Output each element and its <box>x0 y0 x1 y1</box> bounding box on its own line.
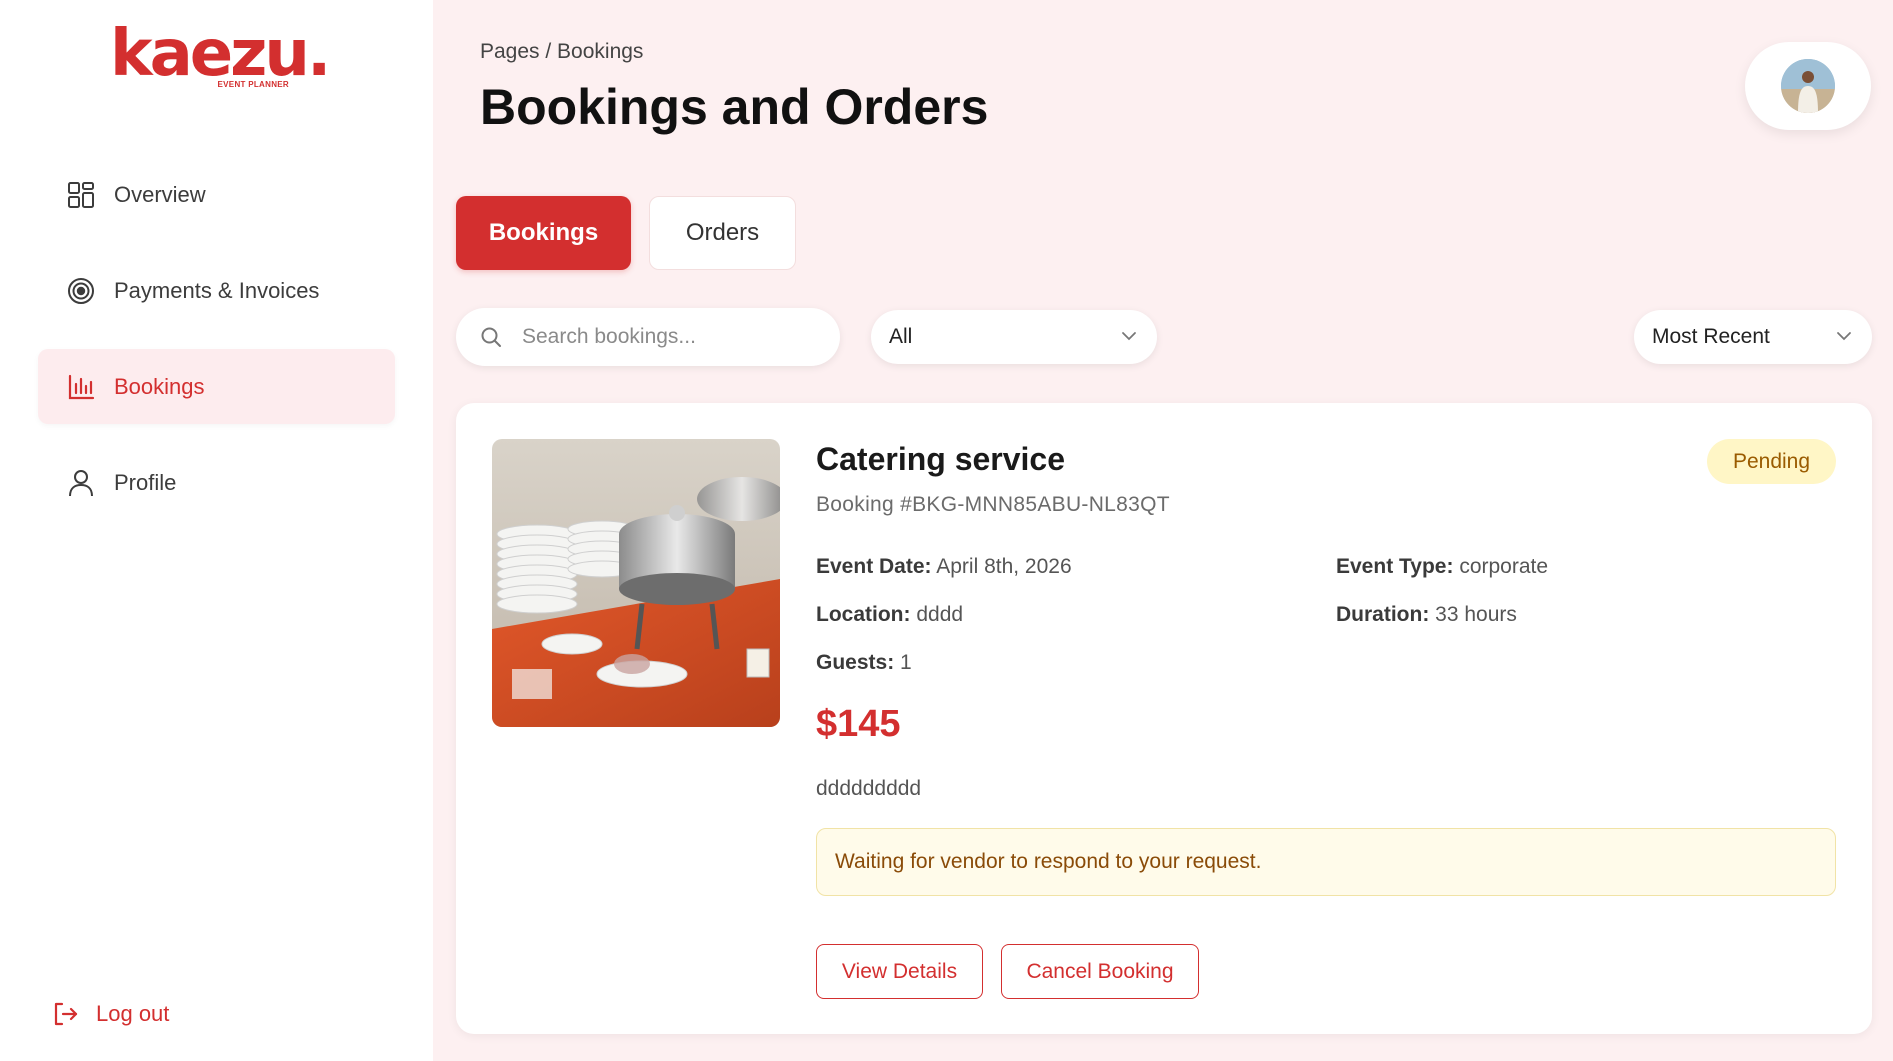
booking-id: Booking #BKG-MNN85ABU-NL83QT <box>816 493 1170 516</box>
brand-logo[interactable]: kaezu. EVENT PLANNER <box>110 17 331 94</box>
event-type-value: corporate <box>1459 555 1549 578</box>
booking-title: Catering service <box>816 441 1066 477</box>
page-title: Bookings and Orders <box>480 79 989 135</box>
brand-name: kaezu. <box>110 17 331 91</box>
brand-tagline: EVENT PLANNER <box>217 80 289 89</box>
booking-card: Catering service Booking #BKG-MNN85ABU-N… <box>456 403 1872 1034</box>
logout-button[interactable]: Log out <box>52 1000 169 1028</box>
sidebar-item-label: Overview <box>114 181 206 207</box>
view-details-button[interactable]: View Details <box>816 944 983 999</box>
status-badge: Pending <box>1707 439 1836 484</box>
service-image <box>492 439 780 727</box>
user-menu-button[interactable] <box>1745 42 1871 130</box>
sidebar-item-payments[interactable]: Payments & Invoices <box>38 253 395 328</box>
bar-chart-icon <box>66 372 96 402</box>
search-box <box>456 308 840 366</box>
user-icon <box>66 468 96 498</box>
location-field: Location: dddd <box>816 603 963 627</box>
sidebar-item-label: Profile <box>114 469 177 495</box>
chevron-down-icon <box>1121 328 1137 346</box>
sidebar-item-overview[interactable]: Overview <box>38 157 395 232</box>
sidebar: kaezu. EVENT PLANNER Overview Payments &… <box>0 0 433 1061</box>
event-date-field: Event Date: April 8th, 2026 <box>816 555 1072 579</box>
status-filter-select[interactable]: All <box>871 310 1157 364</box>
guests-field: Guests: 1 <box>816 651 912 675</box>
booking-description: ddddddddd <box>816 777 922 800</box>
sidebar-item-bookings[interactable]: Bookings <box>38 349 395 424</box>
sort-value: Most Recent <box>1652 325 1770 348</box>
status-notice: Waiting for vendor to respond to your re… <box>816 828 1836 896</box>
avatar <box>1781 59 1835 113</box>
duration-field: Duration: 33 hours <box>1336 603 1517 627</box>
tab-orders[interactable]: Orders <box>649 196 796 270</box>
logout-label: Log out <box>96 1001 170 1026</box>
status-filter-value: All <box>889 325 913 348</box>
sidebar-item-label: Payments & Invoices <box>114 277 320 303</box>
event-type-label: Event Type: <box>1336 555 1454 578</box>
event-date-value: April 8th, 2026 <box>936 555 1072 578</box>
search-icon <box>480 325 504 349</box>
sort-select[interactable]: Most Recent <box>1634 310 1872 364</box>
grid-icon <box>66 180 96 210</box>
guests-value: 1 <box>900 651 912 674</box>
target-icon <box>66 276 96 306</box>
guests-label: Guests: <box>816 651 895 674</box>
sidebar-item-profile[interactable]: Profile <box>38 445 395 520</box>
booking-price: $145 <box>816 703 901 745</box>
tab-bookings[interactable]: Bookings <box>456 196 631 270</box>
cancel-booking-button[interactable]: Cancel Booking <box>1001 944 1199 999</box>
duration-value: 33 hours <box>1435 603 1517 626</box>
breadcrumb: Pages / Bookings <box>480 40 644 63</box>
location-value: dddd <box>916 603 964 626</box>
search-input[interactable] <box>522 325 822 349</box>
event-date-label: Event Date: <box>816 555 932 578</box>
event-type-field: Event Type: corporate <box>1336 555 1548 579</box>
logout-icon <box>52 1000 80 1028</box>
location-label: Location: <box>816 603 911 626</box>
duration-label: Duration: <box>1336 603 1430 626</box>
sidebar-item-label: Bookings <box>114 373 205 399</box>
chevron-down-icon <box>1836 328 1852 346</box>
